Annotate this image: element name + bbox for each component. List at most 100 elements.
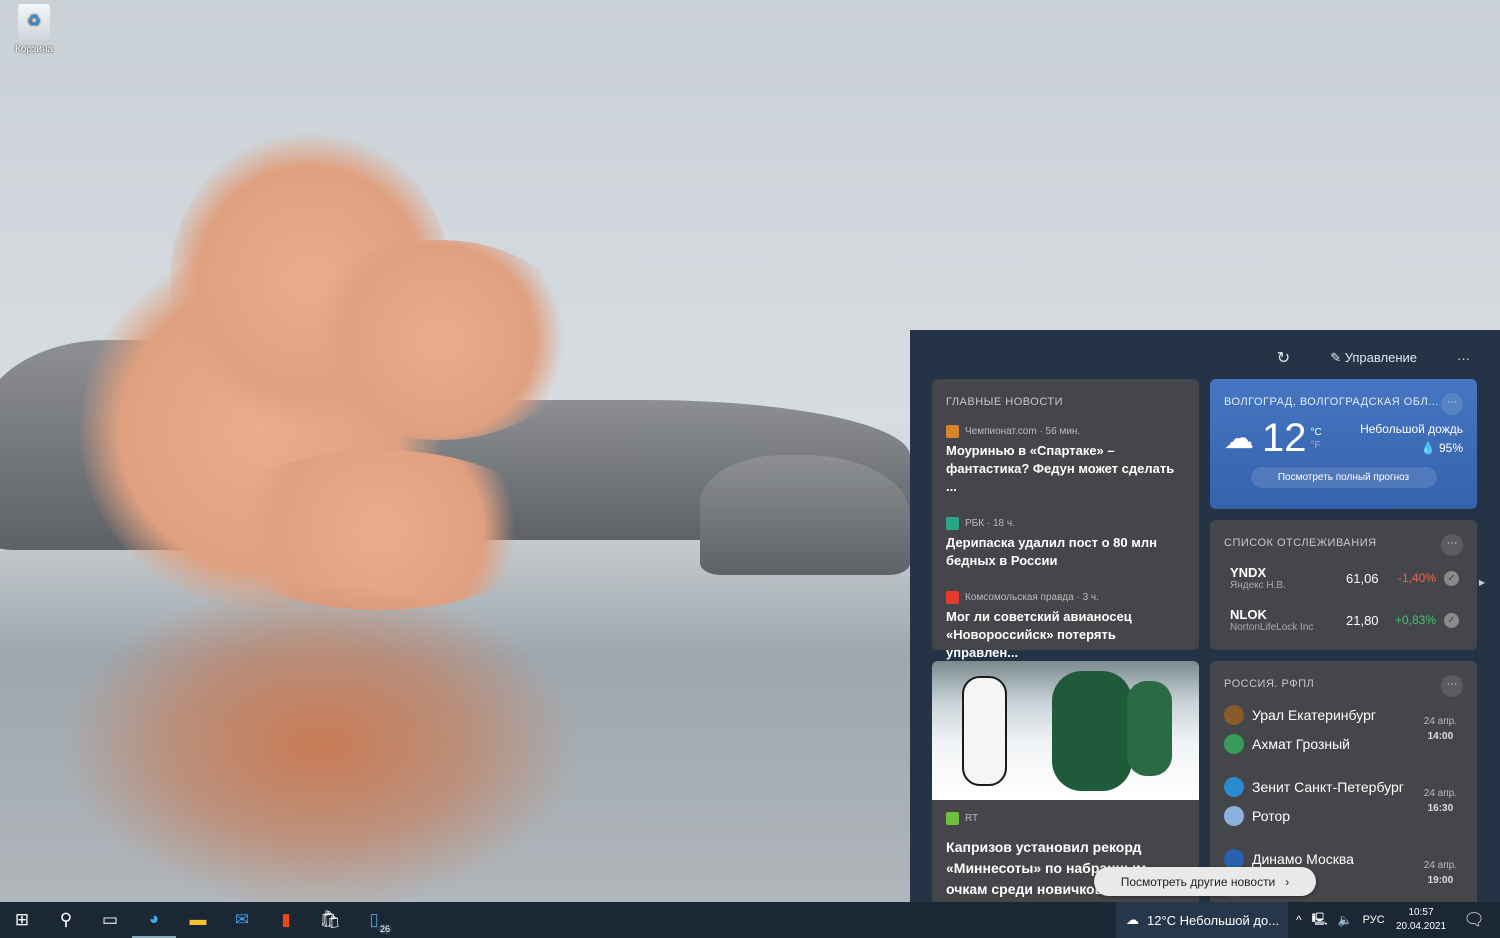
- away-team: Ахмат Грозный: [1252, 735, 1350, 752]
- home-team: Зенит Санкт-Петербург: [1252, 778, 1404, 795]
- weather-card[interactable]: ВОЛГОГРАД, ВОЛГОГРАДСКАЯ ОБЛ... ··· ☁ 12…: [1210, 379, 1477, 509]
- news-and-interests-panel: ↻ ✎ Управление ··· ГЛАВНЫЕ НОВОСТИ Чемпи…: [910, 330, 1500, 902]
- start-button[interactable]: ⊞: [0, 902, 44, 938]
- network-icon[interactable]: 🖳: [1312, 910, 1328, 931]
- task-view-icon: ▭: [101, 910, 119, 929]
- weather-more-button[interactable]: ···: [1441, 393, 1463, 415]
- news-source: РБК · 18 ч.: [965, 518, 1015, 529]
- office-icon: ▮: [281, 910, 291, 929]
- stock-ticker: YNDX: [1230, 565, 1267, 580]
- action-center-button[interactable]: 🗨: [1452, 902, 1496, 938]
- stock-row[interactable]: YNDX Яндекс Н.В. 61,06 -1,40% ✓: [1230, 557, 1463, 599]
- news-item[interactable]: Комсомольская правда · 3 ч. Мог ли советс…: [946, 591, 1185, 662]
- home-team: Динамо Москва: [1252, 850, 1354, 867]
- match-date: 24 апр.: [1423, 860, 1457, 871]
- team-logo-icon: [1224, 776, 1244, 797]
- match-item[interactable]: Зенит Санкт-Петербург Ротор 24 апр. 16:30: [1224, 772, 1463, 844]
- away-team: Ротор: [1252, 807, 1291, 824]
- photo-news-card[interactable]: RT Капризов установил рекорд «Миннесоты»…: [932, 661, 1199, 902]
- match-time: 16:30: [1427, 803, 1454, 814]
- news-headline: Дерипаска удалил пост о 80 млн бедных в …: [946, 535, 1157, 568]
- news-headline: Мог ли советский авианосец «Новороссийск…: [946, 609, 1132, 660]
- search-button[interactable]: ⚲: [44, 902, 88, 938]
- precipitation: 95%: [1438, 440, 1463, 455]
- cloud-rain-icon: ☁: [1224, 422, 1254, 455]
- watchlist-card: СПИСОК ОТСЛЕЖИВАНИЯ ··· YNDX Яндекс Н.В. 6…: [1210, 520, 1485, 650]
- stock-change: +0,83%: [1394, 613, 1436, 627]
- weather-condition: Небольшой дождь: [1360, 421, 1463, 436]
- checkmark-icon[interactable]: ✓: [1444, 570, 1459, 586]
- news-item[interactable]: Чемпионат.com · 56 мин. Моуринью в «Спарт…: [946, 425, 1185, 496]
- full-forecast-button[interactable]: Посмотреть полный прогноз: [1250, 467, 1437, 488]
- clock-date: 20.04.2021: [1395, 921, 1447, 932]
- watchlist-more-button[interactable]: ···: [1441, 534, 1463, 556]
- news-source: Комсомольская правда · 3 ч.: [965, 592, 1099, 603]
- folder-icon: ▬: [189, 910, 207, 929]
- app-button[interactable]: ▯ 26: [352, 902, 396, 938]
- unit-celsius[interactable]: °C: [1311, 426, 1322, 439]
- card-title: ГЛАВНЫЕ НОВОСТИ: [946, 396, 1064, 408]
- rt-logo-icon: [946, 812, 959, 825]
- explorer-button[interactable]: ▬: [176, 902, 220, 938]
- notifications-icon: 🗨: [1463, 910, 1485, 929]
- ellipsis-icon[interactable]: ···: [1457, 351, 1470, 366]
- football-card: РОССИЯ. РФПЛ ··· Урал Екатеринбург Ахмат …: [1210, 661, 1477, 902]
- stock-row[interactable]: NLOK NortonLifeLock Inc 21,80 +0,83% ✓: [1230, 599, 1463, 641]
- language-indicator[interactable]: РУС: [1363, 914, 1385, 926]
- match-time: 14:00: [1427, 731, 1454, 742]
- match-item[interactable]: Урал Екатеринбург Ахмат Грозный 24 апр. 14:…: [1224, 700, 1463, 772]
- team-logo-icon: [1224, 848, 1244, 869]
- manage-button[interactable]: ✎ Управление: [1330, 350, 1417, 366]
- recycle-bin-icon: ♻: [18, 4, 50, 40]
- taskbar-weather-button[interactable]: ☁ 12°C Небольшой до...: [1116, 902, 1288, 938]
- stock-ticker: NLOK: [1230, 607, 1267, 622]
- hockey-photo: [932, 661, 1199, 800]
- source-logo-icon: [946, 591, 959, 604]
- mail-icon: ✉: [234, 910, 250, 929]
- edge-icon: ◕: [148, 909, 160, 928]
- news-item[interactable]: РБК · 18 ч. Дерипаска удалил пост о 80 мл…: [946, 517, 1185, 570]
- weather-location: ВОЛГОГРАД, ВОЛГОГРАДСКАЯ ОБЛ...: [1224, 396, 1439, 408]
- card-title: СПИСОК ОТСЛЕЖИВАНИЯ: [1224, 537, 1377, 549]
- news-source: Чемпионат.com · 56 мин.: [965, 426, 1081, 437]
- source-logo-icon: [946, 425, 959, 438]
- news-headline: Моуринью в «Спартаке» – фантастика? Феду…: [946, 443, 1175, 494]
- search-icon: ⚲: [59, 910, 73, 929]
- mail-button[interactable]: ✉: [220, 902, 264, 938]
- clock[interactable]: 10:57 20.04.2021: [1392, 906, 1450, 934]
- edge-button[interactable]: ◕: [132, 902, 176, 938]
- top-news-card: ГЛАВНЫЕ НОВОСТИ Чемпионат.com · 56 мин. М…: [932, 379, 1199, 660]
- chevron-right-icon: ›: [1285, 874, 1290, 889]
- match-time: 19:00: [1427, 875, 1454, 886]
- notification-badge: 26: [377, 924, 392, 934]
- match-date: 24 апр.: [1423, 716, 1457, 727]
- more-news-label: Посмотреть другие новости: [1120, 874, 1276, 889]
- match-date: 24 апр.: [1423, 788, 1457, 799]
- home-team: Урал Екатеринбург: [1252, 706, 1376, 723]
- taskbar-weather-text: 12°C Небольшой до...: [1147, 912, 1280, 928]
- team-logo-icon: [1224, 733, 1244, 754]
- windows-icon: ⊞: [14, 910, 30, 929]
- checkmark-icon[interactable]: ✓: [1444, 612, 1459, 628]
- refresh-icon[interactable]: ↻: [1277, 348, 1290, 368]
- temperature: 12: [1262, 416, 1307, 460]
- taskbar: ⊞ ⚲ ▭ ◕ ▬ ✉ ▮ 🛍 ▯ 26 ☁ 12°C Небольшой до..…: [0, 902, 1500, 938]
- more-news-button[interactable]: Посмотреть другие новости ›: [1094, 867, 1316, 896]
- droplet-icon: 💧: [1420, 440, 1436, 455]
- next-arrow-icon[interactable]: ▶: [1479, 578, 1485, 587]
- unit-fahrenheit[interactable]: °F: [1311, 439, 1322, 452]
- source-logo-icon: [946, 517, 959, 530]
- cloud-rain-icon: ☁: [1126, 912, 1139, 927]
- pencil-icon: ✎: [1330, 350, 1345, 365]
- stock-name: Яндекс Н.В.: [1230, 580, 1286, 591]
- show-hidden-icons-chevron-up-icon[interactable]: ^: [1296, 913, 1302, 927]
- stock-name: NortonLifeLock Inc: [1230, 622, 1314, 633]
- stock-price: 61,06: [1346, 570, 1379, 586]
- football-more-button[interactable]: ···: [1441, 675, 1463, 697]
- office-button[interactable]: ▮: [264, 902, 308, 938]
- volume-icon[interactable]: 🔈: [1338, 913, 1353, 927]
- stock-price: 21,80: [1346, 612, 1379, 628]
- store-button[interactable]: 🛍: [308, 902, 352, 938]
- recycle-bin[interactable]: ♻ Корзина: [8, 4, 60, 55]
- task-view-button[interactable]: ▭: [88, 902, 132, 938]
